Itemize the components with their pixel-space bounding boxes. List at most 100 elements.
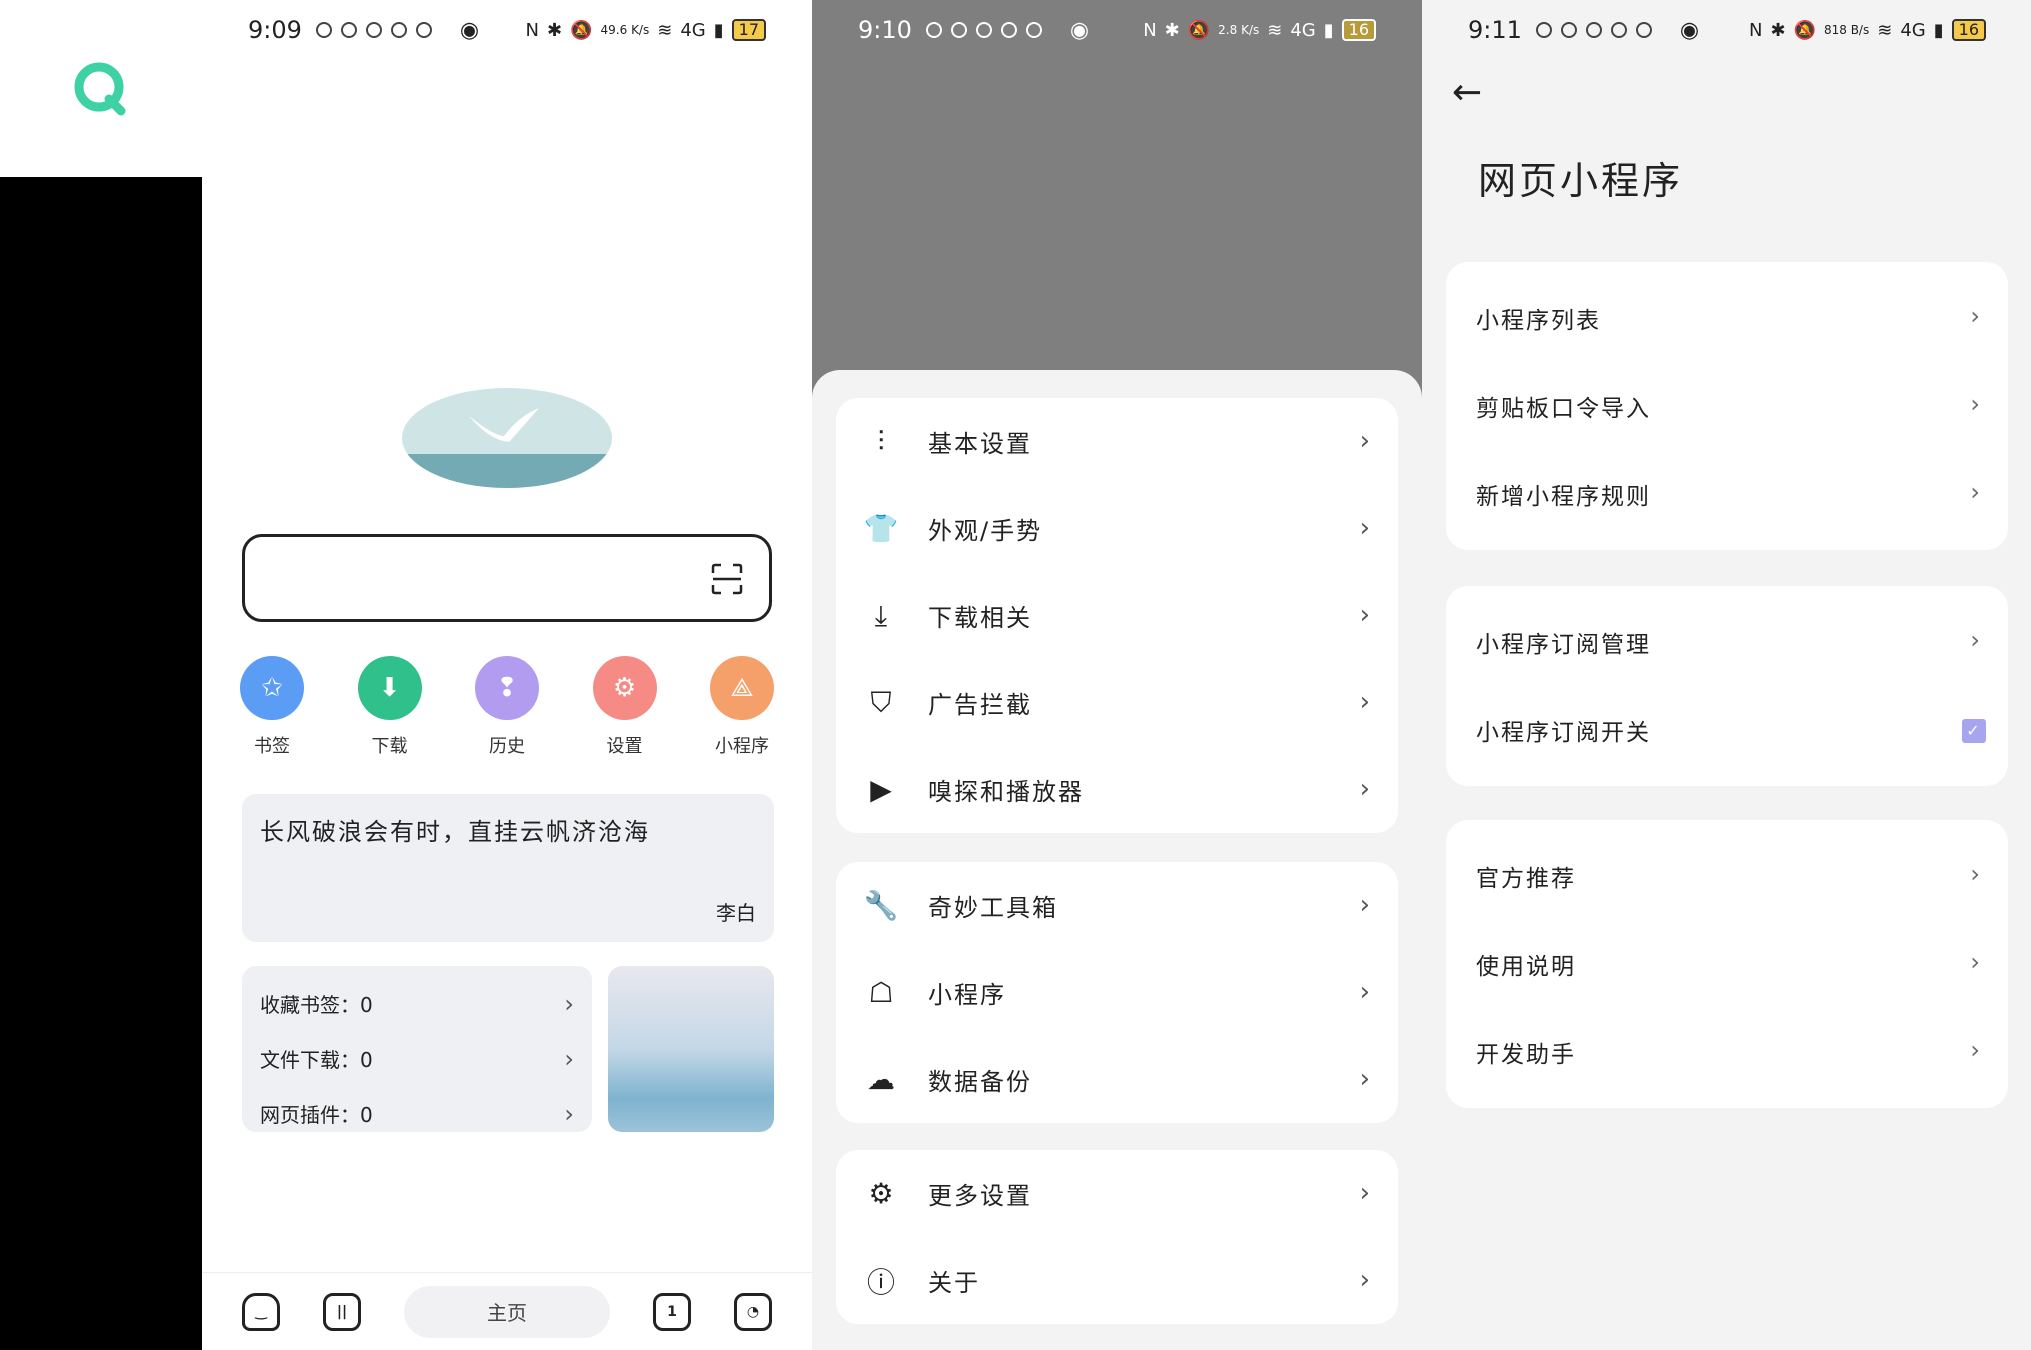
scan-icon[interactable] xyxy=(711,563,743,595)
subscription-checkbox[interactable]: ✓ xyxy=(1962,719,1986,743)
bluetooth-icon: ✱ xyxy=(547,19,563,41)
quick-action-label: 历史 xyxy=(489,736,525,757)
hero-illustration xyxy=(402,388,612,488)
chevron-right-icon: › xyxy=(1970,860,1982,888)
row-label: 剪贴板口令导入 xyxy=(1476,396,1651,422)
shield-icon: ⛉ xyxy=(870,685,892,719)
mute-icon: 🔕 xyxy=(570,19,593,41)
settings-group-2: 小程序订阅管理 › 小程序订阅开关 ✓ xyxy=(1446,586,2008,786)
mute-icon: 🔕 xyxy=(1187,19,1211,41)
row-subscription-management[interactable]: 小程序订阅管理 › xyxy=(1446,598,2008,686)
chevron-right-icon: › xyxy=(1970,390,1982,418)
quick-action-miniprogram[interactable]: ⟁ 小程序 xyxy=(702,656,782,758)
bottom-nav: ‿ || 主页 1 ◔ xyxy=(202,1272,812,1350)
menu-group-1: ⫶ 基本设置 › 👕 外观/手势 › ⤓ 下载相关 › ⛉ 广告拦截 › ▶ 嗅… xyxy=(836,398,1398,833)
row-label: 小程序列表 xyxy=(1476,308,1601,334)
search-input[interactable] xyxy=(242,534,772,622)
row-instructions[interactable]: 使用说明 › xyxy=(1446,920,2008,1008)
quick-action-downloads[interactable]: ⬇ 下载 xyxy=(350,656,430,758)
row-subscription-toggle[interactable]: 小程序订阅开关 ✓ xyxy=(1446,686,2008,774)
row-official-recommend[interactable]: 官方推荐 › xyxy=(1446,832,2008,920)
row-add-rule[interactable]: 新增小程序规则 › xyxy=(1446,450,2008,538)
download-icon: ⬇ xyxy=(357,656,422,720)
quick-action-bookmarks[interactable]: ✩ 书签 xyxy=(232,656,312,758)
battery-level: 16 xyxy=(1951,19,1986,41)
chevron-right-icon: › xyxy=(1359,1064,1370,1094)
row-label: 小程序订阅开关 xyxy=(1476,720,1651,746)
status-bar: 9:09 ◉ N ✱ 🔕 49.6 K/s ≋ 4G ▮ 17 xyxy=(202,0,812,60)
notification-icon xyxy=(975,22,992,38)
nfc-icon: N xyxy=(525,19,540,41)
menu-item-sniffer-player[interactable]: ▶ 嗅探和播放器 › xyxy=(836,746,1398,833)
wifi-icon: ≋ xyxy=(1877,19,1893,41)
quote-card[interactable]: 长风破浪会有时，直挂云帆济沧海 李白 xyxy=(242,794,774,942)
notification-icon xyxy=(1000,22,1017,38)
quick-action-history[interactable]: ❢ 历史 xyxy=(467,656,547,758)
quick-action-label: 小程序 xyxy=(715,736,769,757)
menu-item-download[interactable]: ⤓ 下载相关 › xyxy=(836,572,1398,659)
menu-item-adblock[interactable]: ⛉ 广告拦截 › xyxy=(836,659,1398,746)
menu-item-more-settings[interactable]: ⚙ 更多设置 › xyxy=(836,1150,1398,1237)
stat-row-bookmarks[interactable]: 收藏书签：0 › xyxy=(260,976,574,1031)
sliders-icon: ⫶ xyxy=(877,424,885,458)
menu-item-toolbox[interactable]: 🔧 奇妙工具箱 › xyxy=(836,862,1398,949)
row-dev-assistant[interactable]: 开发助手 › xyxy=(1446,1008,2008,1096)
row-label: 使用说明 xyxy=(1476,954,1576,980)
quick-action-label: 设置 xyxy=(606,736,643,757)
pause-icon[interactable]: || xyxy=(323,1292,361,1331)
back-arrow-icon[interactable]: ← xyxy=(1452,72,1482,113)
quick-actions: ✩ 书签 ⬇ 下载 ❢ 历史 ⚙ 设置 ⟁ 小程序 xyxy=(232,656,782,758)
signal-icon: ▮ xyxy=(713,19,724,41)
notification-icon xyxy=(1560,22,1577,38)
wallpaper-thumbnail[interactable] xyxy=(608,966,774,1132)
eye-icon: ◉ xyxy=(1679,17,1700,43)
menu-item-appearance[interactable]: 👕 外观/手势 › xyxy=(836,485,1398,572)
notification-icon xyxy=(390,22,407,38)
status-time: 9:09 xyxy=(248,16,302,44)
chevron-right-icon: › xyxy=(564,1044,574,1073)
wifi-icon: ≋ xyxy=(1267,19,1283,41)
wrench-icon: 🔧 xyxy=(863,889,899,922)
app-logo-icon[interactable] xyxy=(71,59,131,119)
page-title: 网页小程序 xyxy=(1478,159,1684,203)
row-clipboard-import[interactable]: 剪贴板口令导入 › xyxy=(1446,362,2008,450)
menu-item-label: 小程序 xyxy=(928,981,1006,1009)
app-logo-area xyxy=(0,0,202,177)
menu-item-backup[interactable]: ☁ 数据备份 › xyxy=(836,1036,1398,1123)
quick-action-label: 下载 xyxy=(371,736,408,757)
stats-card: 收藏书签：0 › 文件下载：0 › 网页插件：0 › xyxy=(242,966,592,1132)
menu-icon[interactable]: ◔ xyxy=(734,1292,772,1331)
bluetooth-icon: ✱ xyxy=(1164,19,1180,41)
menu-item-label: 外观/手势 xyxy=(928,517,1043,545)
screenshot-collage: 9:09 ◉ N ✱ 🔕 49.6 K/s ≋ 4G ▮ 17 ✩ 书签 ⬇ 下… xyxy=(0,0,2031,1350)
stat-row-downloads[interactable]: 文件下载：0 › xyxy=(260,1031,574,1086)
home-icon[interactable]: ‿ xyxy=(242,1292,280,1331)
stat-row-plugins[interactable]: 网页插件：0 › xyxy=(260,1086,574,1141)
menu-item-label: 基本设置 xyxy=(928,430,1032,458)
nfc-icon: N xyxy=(1143,19,1157,41)
notification-icons xyxy=(315,22,432,38)
quick-action-settings[interactable]: ⚙ 设置 xyxy=(585,656,665,758)
notification-icon xyxy=(1535,22,1552,38)
tabs-counter-button[interactable]: 1 xyxy=(653,1292,691,1331)
chevron-right-icon: › xyxy=(1359,513,1370,543)
chevron-right-icon: › xyxy=(1970,478,1982,506)
status-right: N ✱ 🔕 2.8 K/s ≋ 4G ▮ 16 xyxy=(1143,19,1376,41)
stat-label: 文件下载：0 xyxy=(260,1048,373,1072)
row-miniprogram-list[interactable]: 小程序列表 › xyxy=(1446,274,2008,362)
menu-group-2: 🔧 奇妙工具箱 › ☖ 小程序 › ☁ 数据备份 › xyxy=(836,862,1398,1123)
settings-group-1: 小程序列表 › 剪贴板口令导入 › 新增小程序规则 › xyxy=(1446,262,2008,550)
settings-menu-screen: 9:10 ◉ N ✱ 🔕 2.8 K/s ≋ 4G ▮ 16 ⫶ 基本设置 › … xyxy=(812,0,1422,1350)
notification-icons xyxy=(1535,22,1652,38)
quick-action-label: 书签 xyxy=(254,736,290,757)
status-time: 9:10 xyxy=(858,16,912,44)
gear-icon: ⚙ xyxy=(868,1177,894,1210)
eye-icon: ◉ xyxy=(1069,17,1090,43)
menu-item-miniprogram[interactable]: ☖ 小程序 › xyxy=(836,949,1398,1036)
star-icon: ✩ xyxy=(240,656,304,720)
notification-icon xyxy=(950,22,967,38)
menu-item-about[interactable]: ⓘ 关于 › xyxy=(836,1237,1398,1324)
menu-item-basic-settings[interactable]: ⫶ 基本设置 › xyxy=(836,398,1398,485)
notification-icon xyxy=(315,22,332,38)
home-button[interactable]: 主页 xyxy=(404,1285,610,1338)
